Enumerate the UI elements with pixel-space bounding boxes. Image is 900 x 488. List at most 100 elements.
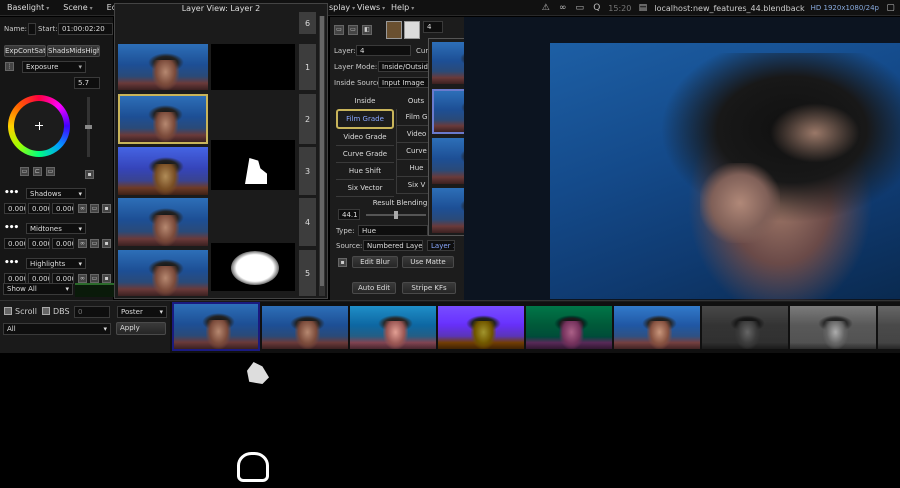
inside-six-vector[interactable]: Six Vector <box>336 180 394 197</box>
highlights-dropdown[interactable]: Highlights ▾ <box>26 258 86 269</box>
edit-blur-button[interactable]: Edit Blur <box>352 256 398 268</box>
color-wheel[interactable] <box>8 95 70 157</box>
shadows-r[interactable]: 0.000 <box>4 203 26 214</box>
layer-4-thumb[interactable] <box>118 198 208 246</box>
shadows-dropdown[interactable]: Shadows ▾ <box>26 188 86 199</box>
portrait-icon[interactable] <box>386 21 402 39</box>
layer-num-3[interactable]: 3 <box>299 147 316 195</box>
layer-icon-a[interactable]: ▭ <box>334 25 344 35</box>
menu-scene[interactable]: Scene ▾ <box>56 3 99 12</box>
layer-icon-c[interactable]: ◧ <box>362 25 372 35</box>
name-field[interactable] <box>28 23 36 35</box>
type-dropdown[interactable]: Hue <box>358 225 428 236</box>
lock-icon[interactable]: ▭ <box>46 167 55 176</box>
search-icon[interactable]: Q <box>591 3 602 14</box>
layer-num-1[interactable]: 1 <box>299 44 316 90</box>
layer-1-matte[interactable] <box>211 44 295 90</box>
cpu-icon[interactable]: ▭ <box>574 3 585 14</box>
layer-3-matte[interactable] <box>211 243 295 291</box>
warning-icon[interactable]: ⚠ <box>540 3 551 14</box>
exposure-slider[interactable] <box>85 97 92 157</box>
inside-film-grade[interactable]: Film Grade <box>336 109 394 129</box>
blend-slider[interactable] <box>366 211 426 219</box>
midtones-link-icon[interactable]: ∞ <box>78 239 87 248</box>
midtones-r[interactable]: 0.000 <box>4 238 26 249</box>
layer-5-matte[interactable] <box>211 442 295 488</box>
layer-num-5[interactable]: 5 <box>299 250 316 296</box>
inside-curve-grade[interactable]: Curve Grade <box>336 146 394 163</box>
stripe-kfs-button[interactable]: Stripe KFs <box>402 282 456 294</box>
source-dropdown[interactable]: Numbered Layer <box>363 240 423 251</box>
shot-8[interactable] <box>790 306 876 349</box>
tab-shadsmidshighs[interactable]: ShadsMidsHighs <box>47 45 100 57</box>
exposure-dropdown[interactable]: Exposure ▾ <box>22 61 86 73</box>
highlights-delete-icon[interactable]: ▪ <box>102 274 111 283</box>
midtones-menu-icon[interactable]: ••• <box>4 223 19 233</box>
highlights-menu-icon[interactable]: ••• <box>4 258 19 268</box>
dbs-checkbox[interactable] <box>42 307 50 315</box>
layer-2-matte[interactable] <box>211 140 295 190</box>
source-layer-dropdown[interactable]: Layer 1 <box>427 240 455 251</box>
midtones-g[interactable]: 0.000 <box>28 238 50 249</box>
midtones-delete-icon[interactable]: ▪ <box>102 239 111 248</box>
shot-1[interactable] <box>172 302 260 351</box>
layer-5-thumb[interactable] <box>118 250 208 296</box>
inside-source-dropdown[interactable]: Input Image <box>378 77 430 88</box>
link-icon[interactable]: ⊏ <box>33 167 42 176</box>
shot-9[interactable] <box>878 306 900 349</box>
shot-4[interactable] <box>438 306 524 349</box>
tools-icon[interactable]: ⋮ <box>5 62 14 71</box>
shadows-delete-icon[interactable]: ▪ <box>102 204 111 213</box>
reset-icon[interactable]: ▭ <box>20 167 29 176</box>
main-viewer[interactable] <box>464 17 900 300</box>
layer-mode-dropdown[interactable]: Inside/Outside <box>378 61 430 72</box>
show-all-dropdown[interactable]: Show All ▾ <box>3 283 73 295</box>
shadows-menu-icon[interactable]: ••• <box>4 188 19 198</box>
silhouette-icon[interactable] <box>404 21 420 39</box>
start-field[interactable]: 01:00:02:20 <box>58 23 113 35</box>
highlights-reset-icon[interactable]: ▭ <box>90 274 99 283</box>
delete-icon[interactable]: ▪ <box>85 170 94 179</box>
poster-dropdown[interactable]: Poster ▾ <box>117 306 167 318</box>
scroll-checkbox[interactable] <box>4 307 12 315</box>
menu-baselight[interactable]: Baselight ▾ <box>0 3 56 12</box>
layer-num-2[interactable]: 2 <box>299 94 316 144</box>
layer-2-thumb[interactable] <box>118 94 208 144</box>
layer-3-thumb[interactable] <box>118 147 208 195</box>
layer-icon-b[interactable]: ▭ <box>348 25 358 35</box>
layer-view-scrollbar[interactable] <box>319 16 325 296</box>
shot-7[interactable] <box>702 306 788 349</box>
filter-dropdown[interactable]: All ▾ <box>3 323 111 335</box>
midtones-b[interactable]: 0.000 <box>52 238 74 249</box>
menu-help[interactable]: Help ▾ <box>384 3 421 12</box>
window-icon[interactable]: ▢ <box>885 3 896 14</box>
inside-hue-shift[interactable]: Hue Shift <box>336 163 394 180</box>
edit-blur-icon[interactable]: ▪ <box>338 258 347 267</box>
stack-count[interactable]: 4 <box>423 21 443 33</box>
auto-edit-button[interactable]: Auto Edit <box>352 282 396 294</box>
shot-2[interactable] <box>262 306 348 349</box>
shot-5[interactable] <box>526 306 612 349</box>
apply-button[interactable]: Apply <box>116 322 166 335</box>
link-icon[interactable]: ∞ <box>557 3 568 14</box>
exposure-value[interactable]: 5.7 <box>74 77 100 89</box>
blend-value[interactable]: 44.1 <box>338 209 360 220</box>
timeline-track[interactable] <box>75 283 115 297</box>
tab-expcontsat[interactable]: ExpContSat <box>4 45 46 57</box>
shadows-reset-icon[interactable]: ▭ <box>90 204 99 213</box>
dbs-field[interactable]: 0 <box>74 306 110 318</box>
layer-field[interactable]: 4 <box>356 45 411 56</box>
midtones-reset-icon[interactable]: ▭ <box>90 239 99 248</box>
shadows-b[interactable]: 0.000 <box>52 203 74 214</box>
shot-6[interactable] <box>614 306 700 349</box>
inside-video-grade[interactable]: Video Grade <box>336 129 394 146</box>
shadows-link-icon[interactable]: ∞ <box>78 204 87 213</box>
highlights-link-icon[interactable]: ∞ <box>78 274 87 283</box>
midtones-dropdown[interactable]: Midtones ▾ <box>26 223 86 234</box>
shot-3[interactable] <box>350 306 436 349</box>
layer-1-thumb[interactable] <box>118 44 208 90</box>
shadows-g[interactable]: 0.000 <box>28 203 50 214</box>
layer-num-6[interactable]: 6 <box>299 12 316 34</box>
layer-num-4[interactable]: 4 <box>299 198 316 246</box>
use-matte-button[interactable]: Use Matte <box>402 256 454 268</box>
